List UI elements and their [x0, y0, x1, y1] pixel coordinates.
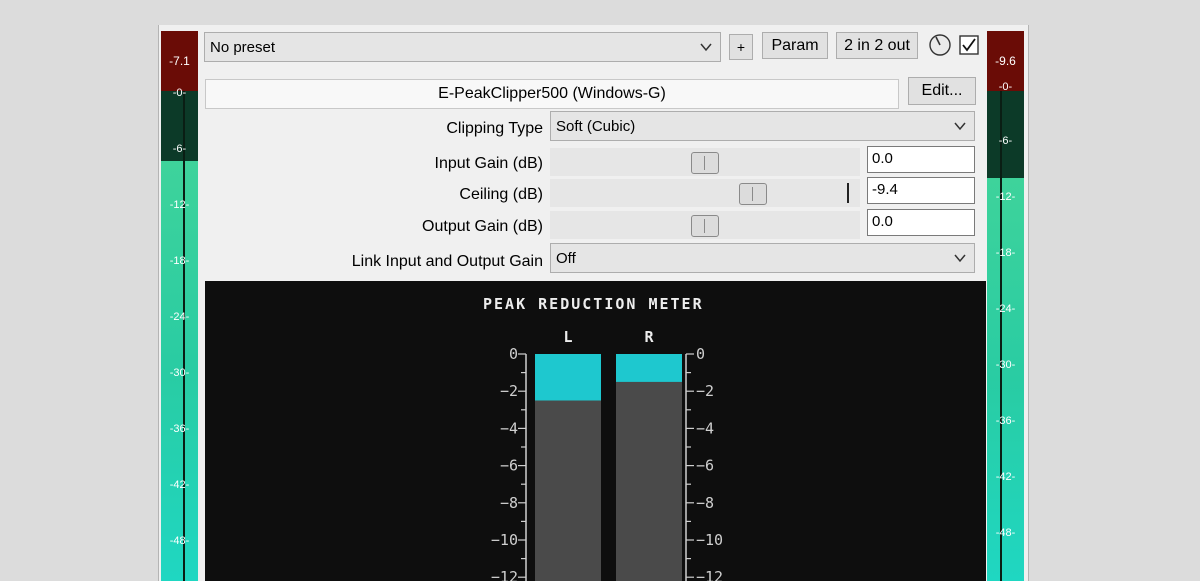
add-preset-button[interactable]: +	[729, 34, 753, 60]
channel-reduction-bar	[535, 354, 601, 401]
meter-tick: -18-	[169, 255, 190, 267]
scale-label: −6	[696, 457, 714, 475]
output-gain-label: Output Gain (dB)	[422, 218, 543, 235]
scale-label: −10	[491, 531, 518, 549]
meter-tick: -48-	[995, 527, 1016, 539]
link-gain-dropdown[interactable]: Off	[550, 243, 975, 273]
scale-label: 0	[509, 345, 518, 363]
bypass-checkbox[interactable]	[959, 35, 979, 55]
plugin-name: E-PeakClipper500 (Windows-G)	[438, 85, 666, 102]
scale-label: −10	[696, 531, 723, 549]
slider-thumb[interactable]	[691, 215, 719, 237]
meter-tick: -12-	[995, 191, 1016, 203]
meter-tick: -6-	[998, 135, 1013, 147]
scale-label: −8	[500, 494, 518, 512]
link-gain-label: Link Input and Output Gain	[351, 253, 543, 270]
plugin-name-box: E-PeakClipper500 (Windows-G)	[205, 79, 899, 109]
meter-tick: -36-	[169, 423, 190, 435]
meter-tick: -24-	[995, 303, 1016, 315]
input-peak-readout: -7.1	[161, 31, 198, 91]
meter-tick: -0-	[998, 81, 1013, 93]
meter-tick: -48-	[169, 535, 190, 547]
io-config-button[interactable]: 2 in 2 out	[836, 32, 918, 59]
chevron-down-icon	[700, 43, 712, 52]
meter-tick: -42-	[169, 479, 190, 491]
clipping-type-dropdown[interactable]: Soft (Cubic)	[550, 111, 975, 141]
scale-label: 0	[696, 345, 705, 363]
meter-tick: -36-	[995, 415, 1016, 427]
meter-tick: -0-	[172, 87, 187, 99]
ceiling-field[interactable]: -9.4	[867, 177, 975, 204]
output-gain-field[interactable]: 0.0	[867, 209, 975, 236]
meter-tick: -30-	[995, 359, 1016, 371]
input-level-meter: -7.1 -0- -6- -12- -18- -24- -30- -36- -4…	[161, 31, 198, 581]
output-gain-slider[interactable]	[550, 211, 860, 239]
output-level-fill	[987, 178, 1024, 581]
slider-thumb[interactable]	[691, 152, 719, 174]
chevron-down-icon	[954, 122, 966, 131]
channel-bar-bg	[616, 354, 682, 581]
meter-tick: -6-	[172, 143, 187, 155]
peak-reduction-display: PEAK REDUCTION METER L R 0 0 −2 −2 −4 −4 −6 −6 −8−…	[205, 281, 986, 581]
channel-label: L	[563, 328, 572, 346]
chevron-down-icon	[954, 254, 966, 263]
input-gain-slider[interactable]	[550, 148, 860, 176]
peak-reduction-meter: L R 0 0 −2 −2 −4 −4 −6 −6 −8 −8 −10 −10 −12 −12	[491, 328, 723, 581]
scale-label: −6	[500, 457, 518, 475]
meter-tick: -30-	[169, 367, 190, 379]
channel-reduction-bar	[616, 354, 682, 382]
scale-label: −12	[491, 568, 518, 581]
param-button[interactable]: Param	[762, 32, 828, 59]
scale-label: −8	[696, 494, 714, 512]
ceiling-slider[interactable]	[550, 179, 860, 207]
preset-dropdown[interactable]: No preset	[204, 32, 721, 62]
meter-tick: -12-	[169, 199, 190, 211]
scale-label: −2	[696, 382, 714, 400]
meter-divider	[183, 91, 185, 581]
input-gain-field[interactable]: 0.0	[867, 146, 975, 173]
clipping-type-label: Clipping Type	[446, 120, 543, 137]
channel-label: R	[644, 328, 654, 346]
clipping-type-value: Soft (Cubic)	[556, 118, 636, 135]
preset-value: No preset	[210, 39, 276, 56]
slider-thumb[interactable]	[739, 183, 767, 205]
scale-label: −4	[696, 419, 714, 437]
meter-tick: -42-	[995, 471, 1016, 483]
scale-label: −2	[500, 382, 518, 400]
edit-button[interactable]: Edit...	[908, 77, 976, 105]
output-level-meter: -9.6 -0- -6- -12- -18- -24- -30- -36- -4…	[987, 31, 1024, 581]
ceiling-label: Ceiling (dB)	[459, 186, 543, 203]
meter-divider	[1000, 91, 1002, 581]
scale-label: −12	[696, 568, 723, 581]
link-gain-value: Off	[556, 250, 576, 267]
ceiling-marker	[847, 183, 849, 203]
plugin-window: -7.1 -0- -6- -12- -18- -24- -30- -36- -4…	[158, 25, 1029, 581]
input-gain-label: Input Gain (dB)	[434, 155, 544, 172]
meter-tick: -24-	[169, 311, 190, 323]
meter-tick: -18-	[995, 247, 1016, 259]
scale-label: −4	[500, 419, 518, 437]
wet-dry-knob-icon[interactable]	[928, 33, 952, 57]
